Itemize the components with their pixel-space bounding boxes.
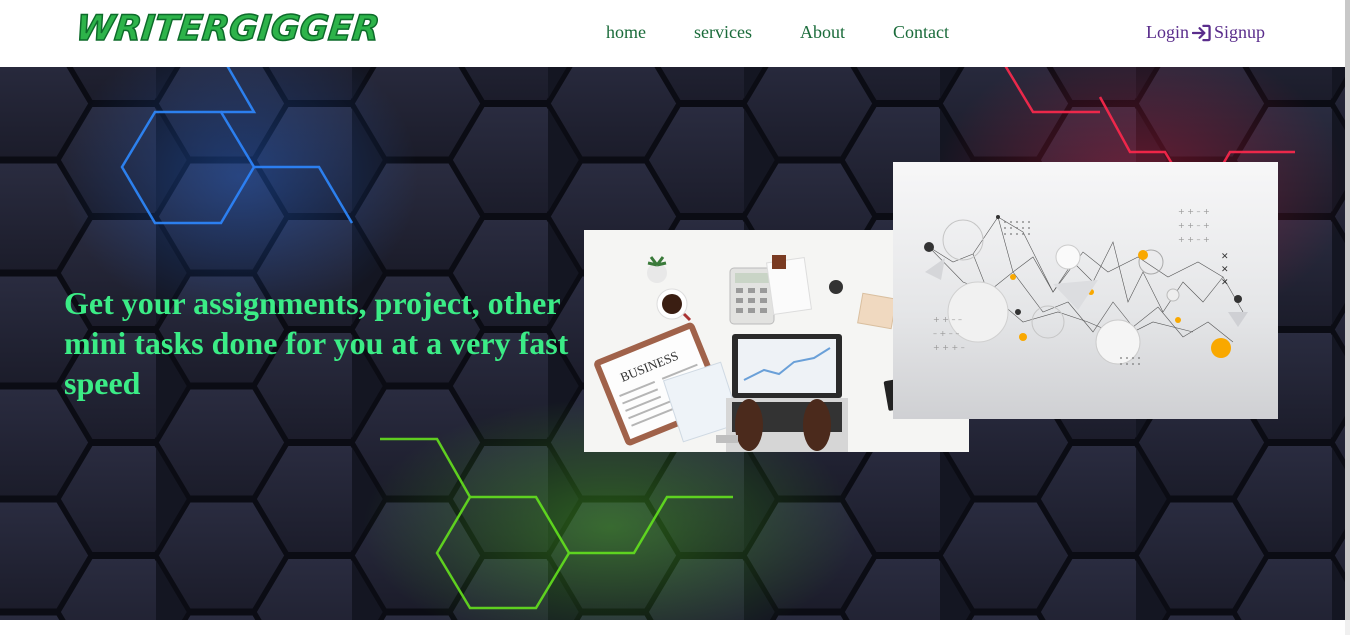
svg-text:✕: ✕ xyxy=(1221,265,1229,275)
svg-text:✕: ✕ xyxy=(1221,278,1229,288)
svg-text:✕: ✕ xyxy=(1221,252,1229,262)
main-nav: home services About Contact xyxy=(606,22,949,43)
hero-headline: Get your assignments, project, other min… xyxy=(64,285,569,401)
svg-text:– + – –: – + – – xyxy=(933,329,959,338)
svg-text:+ + – +: + + – + xyxy=(1178,207,1210,216)
svg-text:+ + – +: + + – + xyxy=(1178,221,1210,230)
nav-link-services[interactable]: services xyxy=(694,22,752,43)
svg-text:+ + – +: + + – + xyxy=(1178,235,1210,244)
login-arrow-icon xyxy=(1192,24,1211,41)
page-bottom-strip xyxy=(0,620,1345,635)
abstract-network-image: ✕ ✕ ✕ + + – + + + – + + + – + + + – – – + – –… xyxy=(893,162,1278,419)
hero-section: Get your assignments, project, other min… xyxy=(0,67,1345,620)
svg-text:+ + – –: + + – – xyxy=(933,315,962,324)
signup-link[interactable]: Signup xyxy=(1214,22,1265,43)
svg-text:+ + + –: + + + – xyxy=(933,343,965,352)
scrollbar-thumb[interactable] xyxy=(1345,0,1350,620)
auth-links: Login Signup xyxy=(1146,22,1265,43)
nav-link-about[interactable]: About xyxy=(800,22,845,43)
site-logo[interactable]: WRITERGIGGER xyxy=(73,8,382,50)
login-link[interactable]: Login xyxy=(1146,22,1189,43)
nav-link-home[interactable]: home xyxy=(606,22,646,43)
scrollbar-track[interactable] xyxy=(1345,0,1350,635)
top-navbar: WRITERGIGGER home services About Contact… xyxy=(0,0,1345,67)
nav-link-contact[interactable]: Contact xyxy=(893,22,949,43)
